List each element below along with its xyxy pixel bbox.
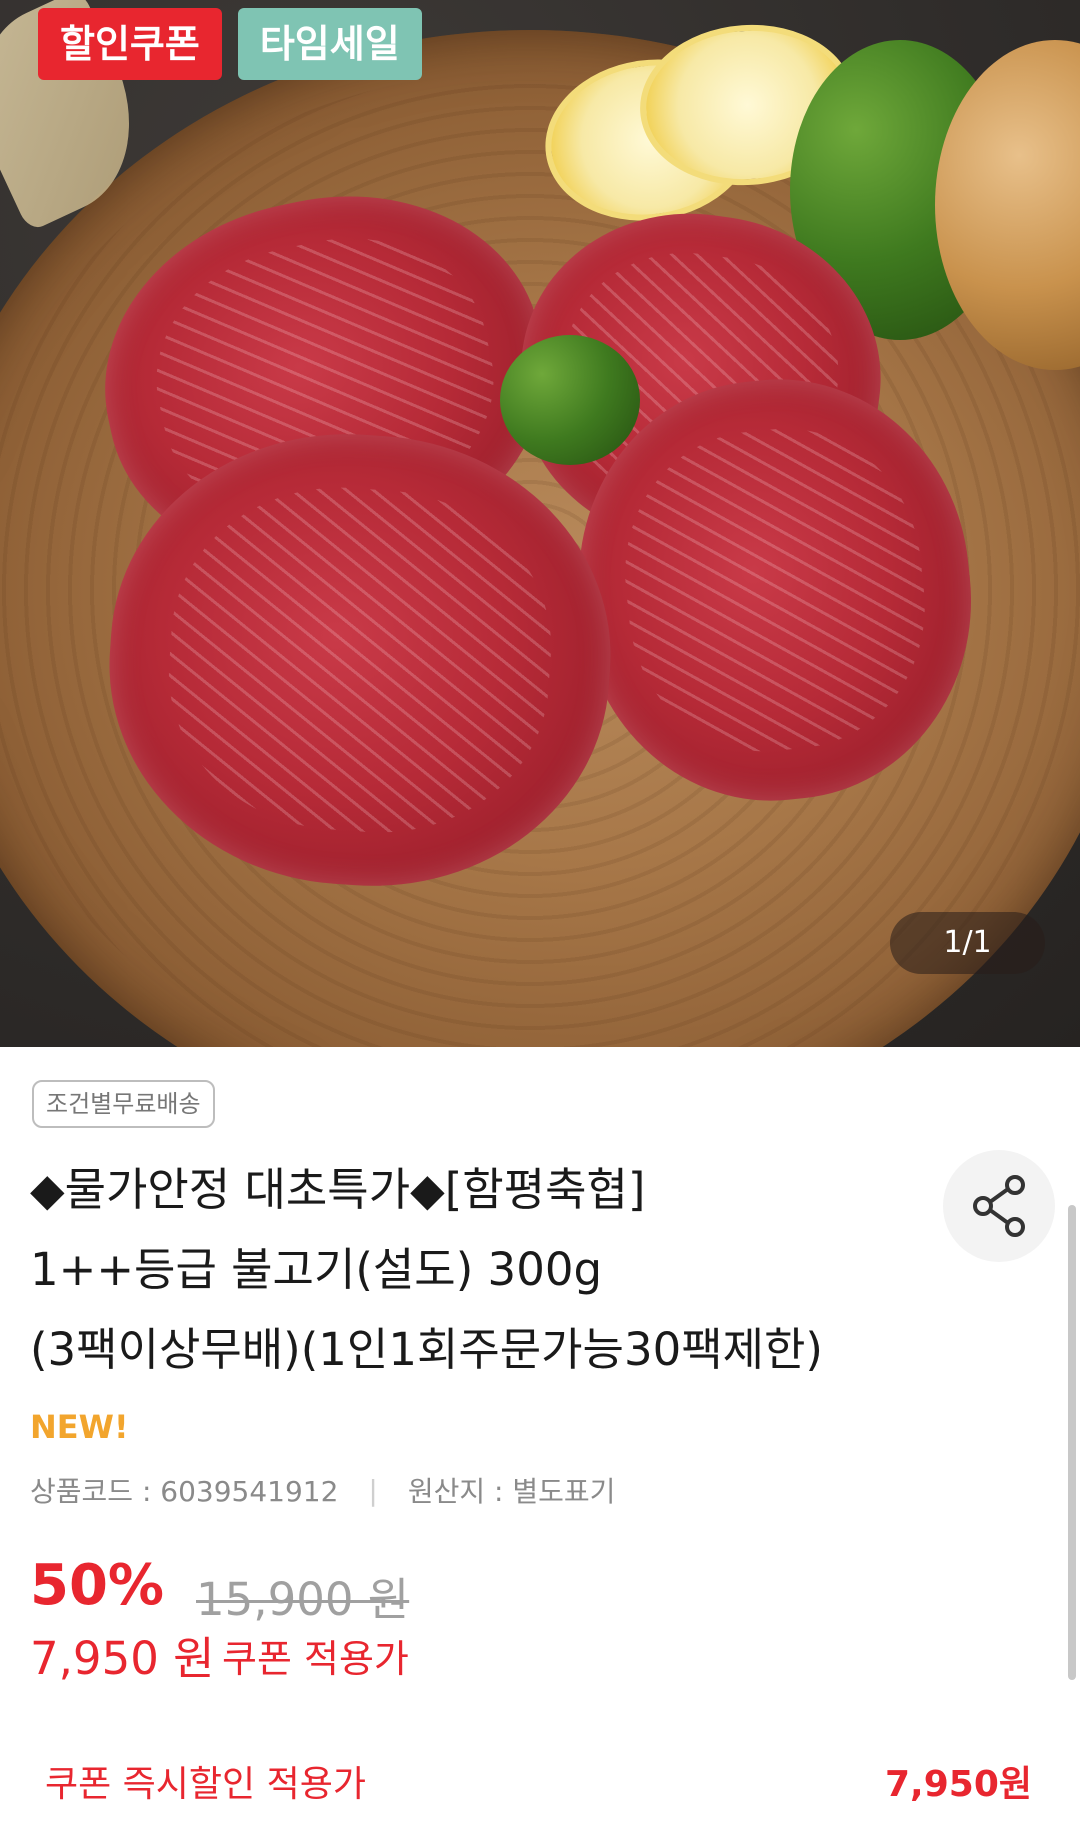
shipping-tag: 조건별무료배송 [32, 1080, 215, 1128]
discount-rate: 50% [30, 1553, 165, 1618]
share-button[interactable] [943, 1150, 1055, 1262]
sale-price: 7,950 원 [30, 1632, 215, 1685]
promo-badges: 할인쿠폰 타임세일 [38, 8, 422, 80]
scrollbar[interactable] [1068, 1205, 1076, 1680]
product-title: ◆물가안정 대초특가◆[함평축협] 1++등급 불고기(설도) 300g (3팩… [30, 1150, 930, 1390]
coupon-instant-discount-price: 7,950원 [885, 1764, 1032, 1805]
original-price: 15,900 원 [196, 1573, 410, 1626]
sale-price-note: 쿠폰 적용가 [222, 1637, 409, 1681]
image-page-indicator: 1/1 [890, 912, 1045, 974]
parsley-garnish [500, 335, 640, 465]
origin-info: 원산지 : 별도표기 [407, 1475, 616, 1508]
meta-separator: | [368, 1473, 378, 1507]
product-title-line: (3팩이상무배)(1인1회주문가능30팩제한) [30, 1323, 823, 1376]
product-meta: 상품코드 : 6039541912 | 원산지 : 별도표기 [30, 1470, 615, 1510]
new-label: NEW! [30, 1408, 129, 1446]
product-image[interactable]: 할인쿠폰 타임세일 1/1 [0, 0, 1080, 1047]
product-code: 상품코드 : 6039541912 [30, 1475, 339, 1508]
coupon-instant-discount-label: 쿠폰 즉시할인 적용가 [45, 1764, 366, 1805]
product-title-line: ◆물가안정 대초특가◆[함평축협] [30, 1163, 646, 1216]
share-icon [973, 1175, 1025, 1237]
time-sale-badge: 타임세일 [237, 8, 422, 80]
discount-coupon-badge: 할인쿠폰 [38, 8, 222, 80]
product-title-line: 1++등급 불고기(설도) 300g [30, 1243, 603, 1296]
